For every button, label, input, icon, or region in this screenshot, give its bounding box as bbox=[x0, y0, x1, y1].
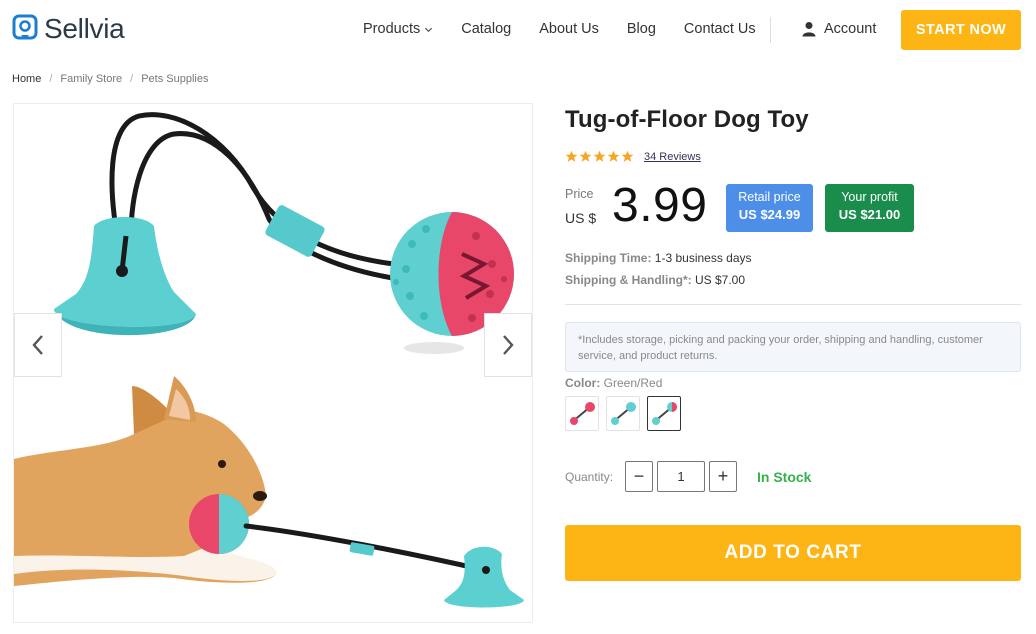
retail-price-value: US $24.99 bbox=[738, 207, 801, 222]
color-label-key: Color: bbox=[565, 376, 601, 390]
nav-item-label: About Us bbox=[539, 21, 599, 37]
chevron-down-icon bbox=[425, 27, 433, 32]
breadcrumb-separator: / bbox=[130, 73, 134, 85]
breadcrumb: Home / Family Store / Pets Supplies bbox=[12, 73, 208, 85]
nav-item-about[interactable]: About Us bbox=[539, 21, 599, 37]
product-title: Tug-of-Floor Dog Toy bbox=[565, 106, 809, 133]
color-swatch[interactable] bbox=[606, 396, 640, 431]
gallery-next-button[interactable] bbox=[484, 313, 532, 377]
color-swatches bbox=[565, 396, 688, 431]
logo-icon bbox=[12, 14, 38, 40]
profit-label: Your profit bbox=[841, 190, 898, 204]
nav-item-products[interactable]: Products bbox=[363, 21, 433, 37]
nav-item-label: Products bbox=[363, 21, 421, 37]
nav-item-label: Blog bbox=[626, 21, 656, 37]
star-icon bbox=[565, 150, 578, 162]
color-label-value: Green/Red bbox=[603, 376, 663, 390]
nav-item-label: Contact Us bbox=[683, 21, 756, 37]
star-icon bbox=[593, 150, 606, 162]
color-label: Color: Green/Red bbox=[565, 376, 662, 390]
color-swatch[interactable] bbox=[565, 396, 599, 431]
quantity-decrease-button[interactable]: − bbox=[625, 461, 653, 492]
nav-divider bbox=[770, 17, 771, 43]
retail-price-badge: Retail price US $24.99 bbox=[726, 184, 813, 232]
stock-status: In Stock bbox=[757, 469, 812, 485]
chevron-left-icon bbox=[32, 335, 43, 355]
retail-price-label: Retail price bbox=[738, 190, 801, 204]
start-now-button[interactable]: START NOW bbox=[901, 10, 1021, 50]
shipping-handling-label: Shipping & Handling*: bbox=[565, 273, 692, 287]
add-to-cart-button[interactable]: ADD TO CART bbox=[565, 525, 1021, 581]
section-divider bbox=[565, 304, 1021, 305]
variant-thumbnail bbox=[652, 401, 677, 425]
chevron-right-icon bbox=[503, 335, 514, 355]
account-link[interactable]: Account bbox=[801, 21, 876, 37]
brand-name: Sellvia bbox=[44, 13, 125, 44]
shipping-time-label: Shipping Time: bbox=[565, 251, 652, 265]
account-label: Account bbox=[824, 21, 877, 37]
breadcrumb-family-store[interactable]: Family Store bbox=[60, 73, 122, 85]
quantity-input[interactable] bbox=[657, 461, 705, 492]
shipping-handling-value: US $7.00 bbox=[695, 273, 746, 287]
user-icon bbox=[802, 22, 816, 37]
nav-item-catalog[interactable]: Catalog bbox=[461, 21, 511, 37]
price-value: 3.99 bbox=[612, 179, 708, 232]
product-rating: 34 Reviews bbox=[565, 150, 701, 163]
product-gallery bbox=[13, 103, 533, 623]
star-rating bbox=[565, 150, 635, 163]
brand-logo[interactable]: Sellvia bbox=[12, 13, 125, 44]
main-nav: Products Catalog About Us Blog Contact U… bbox=[363, 21, 784, 37]
star-icon bbox=[607, 150, 620, 162]
variant-thumbnail bbox=[570, 401, 595, 425]
price-label: Price bbox=[565, 187, 594, 201]
gallery-prev-button[interactable] bbox=[14, 313, 62, 377]
profit-badge: Your profit US $21.00 bbox=[825, 184, 914, 232]
shipping-time-value: 1-3 business days bbox=[654, 251, 752, 265]
breadcrumb-separator: / bbox=[49, 73, 53, 85]
color-swatch-selected[interactable] bbox=[647, 396, 681, 431]
product-image bbox=[14, 112, 524, 608]
variant-thumbnail bbox=[611, 401, 636, 425]
price-currency: US $ bbox=[565, 210, 597, 226]
quantity-label: Quantity: bbox=[565, 470, 614, 484]
nav-item-label: Catalog bbox=[461, 21, 512, 37]
star-icon bbox=[621, 150, 634, 162]
reviews-link[interactable]: 34 Reviews bbox=[644, 151, 701, 163]
nav-item-blog[interactable]: Blog bbox=[627, 21, 656, 37]
quantity-increase-button[interactable]: + bbox=[709, 461, 737, 492]
star-icon bbox=[579, 150, 592, 162]
breadcrumb-home[interactable]: Home bbox=[12, 73, 41, 85]
breadcrumb-pets-supplies[interactable]: Pets Supplies bbox=[141, 73, 208, 85]
shipping-time: Shipping Time: 1-3 business days bbox=[565, 251, 752, 265]
nav-item-contact[interactable]: Contact Us bbox=[684, 21, 756, 37]
shipping-note: *Includes storage, picking and packing y… bbox=[565, 322, 1021, 372]
profit-value: US $21.00 bbox=[838, 207, 901, 222]
site-header: Sellvia Products Catalog About Us Blog C… bbox=[0, 0, 1036, 62]
shipping-handling: Shipping & Handling*: US $7.00 bbox=[565, 273, 745, 287]
